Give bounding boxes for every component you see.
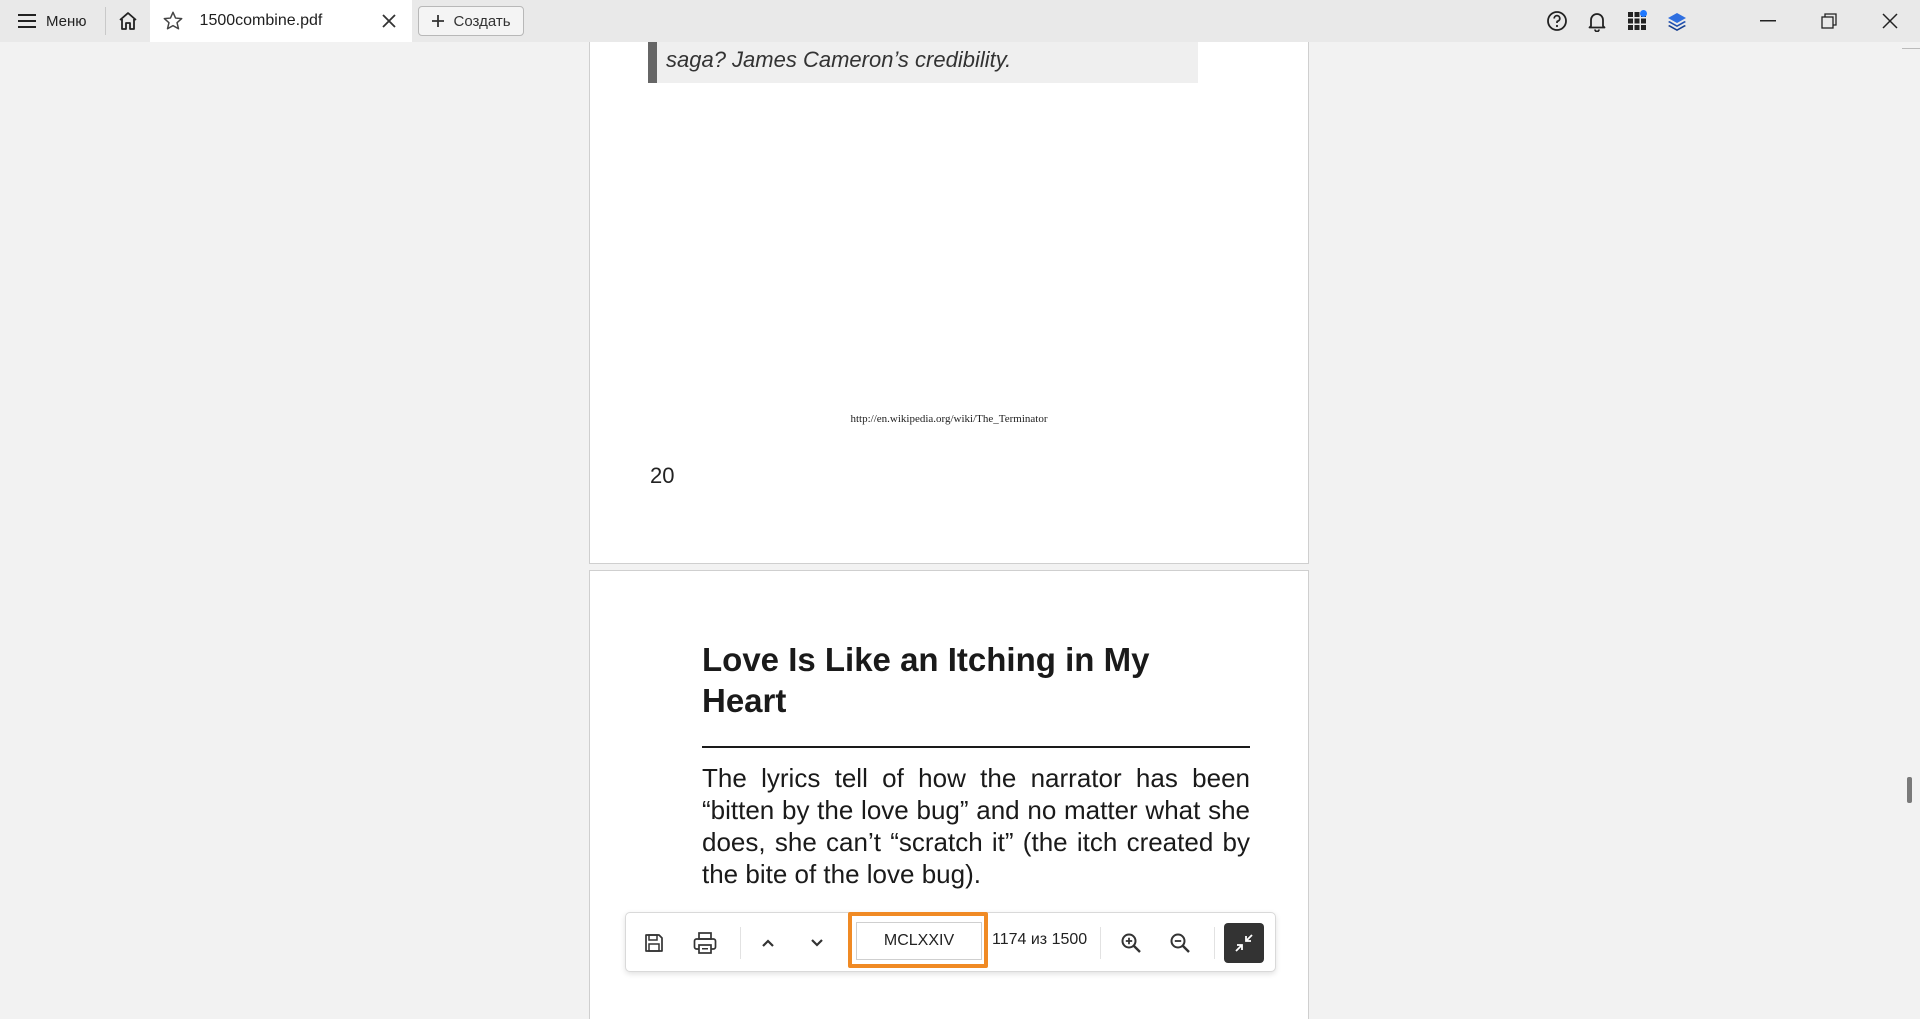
layers-icon	[1668, 13, 1686, 31]
article-title: Love Is Like an Itching in My Heart	[702, 641, 1150, 719]
home-icon	[118, 12, 137, 30]
collapse-icon	[1235, 934, 1253, 952]
menu-label: Меню	[46, 12, 87, 30]
blockquote: saga? James Cameron’s credibility.	[648, 42, 1198, 83]
zoom-out-icon	[1170, 933, 1190, 953]
page-input-highlight	[848, 912, 988, 968]
restore-button[interactable]	[1798, 0, 1859, 42]
footnote-url: http://en.wikipedia.org/wiki/The_Termina…	[850, 413, 1048, 425]
previous-page-button[interactable]	[746, 921, 790, 965]
toolbar-divider	[1214, 927, 1215, 959]
pdf-viewer[interactable]: saga? James Cameron’s credibility. http:…	[0, 42, 1920, 1019]
create-label: Создать	[453, 12, 511, 30]
tab-1500combine[interactable]: 1500combine.pdf	[149, 0, 412, 42]
menu-button[interactable]: Меню	[0, 0, 105, 42]
zoom-out-button[interactable]	[1158, 921, 1202, 965]
tab-title: 1500combine.pdf	[199, 12, 323, 29]
close-window-button[interactable]	[1859, 0, 1920, 42]
notification-dot	[1640, 10, 1647, 17]
title-rule	[702, 746, 1250, 748]
star-icon[interactable]	[162, 10, 192, 32]
save-button[interactable]	[632, 921, 676, 965]
toolbar-divider	[1100, 927, 1101, 959]
apps-button[interactable]	[1617, 0, 1657, 42]
notifications-button[interactable]	[1577, 0, 1617, 42]
page-count: 1174 из 1500	[992, 931, 1088, 948]
scrollbar-thumb[interactable]	[1907, 777, 1912, 803]
print-icon	[693, 932, 717, 954]
zoom-in-icon	[1121, 933, 1141, 953]
close-icon	[1881, 13, 1898, 29]
zoom-in-button[interactable]	[1109, 921, 1153, 965]
save-icon	[645, 934, 663, 952]
chevron-up-icon	[762, 939, 774, 947]
title-bar: Меню 1500combine.pdf Создать	[0, 0, 1920, 42]
chevron-down-icon	[811, 939, 823, 947]
plus-icon	[431, 15, 444, 27]
create-button[interactable]: Создать	[417, 6, 524, 36]
hamburger-icon	[18, 14, 36, 28]
article-body: The lyrics tell of how the narrator has …	[702, 763, 1250, 889]
close-icon[interactable]	[378, 10, 400, 32]
restore-icon	[1820, 13, 1837, 29]
print-button[interactable]	[683, 921, 727, 965]
minimize-icon	[1759, 20, 1776, 22]
help-button[interactable]	[1537, 0, 1577, 42]
pdf-toolbar: 1174 из 1500	[625, 912, 1276, 972]
toolbar-divider	[740, 927, 741, 959]
scrollbar-top-line	[1902, 48, 1920, 49]
pdf-page: saga? James Cameron’s credibility. http:…	[589, 42, 1309, 564]
page-number: 20	[650, 463, 675, 488]
bell-icon	[1588, 13, 1606, 32]
next-page-button[interactable]	[795, 921, 839, 965]
help-icon	[1547, 11, 1567, 31]
layers-button[interactable]	[1657, 0, 1697, 42]
minimize-button[interactable]	[1737, 0, 1798, 42]
collapse-button[interactable]	[1224, 923, 1264, 963]
page-number-input[interactable]	[856, 922, 982, 960]
quote-text: saga? James Cameron’s credibility.	[666, 47, 1012, 72]
home-button[interactable]	[106, 0, 150, 42]
